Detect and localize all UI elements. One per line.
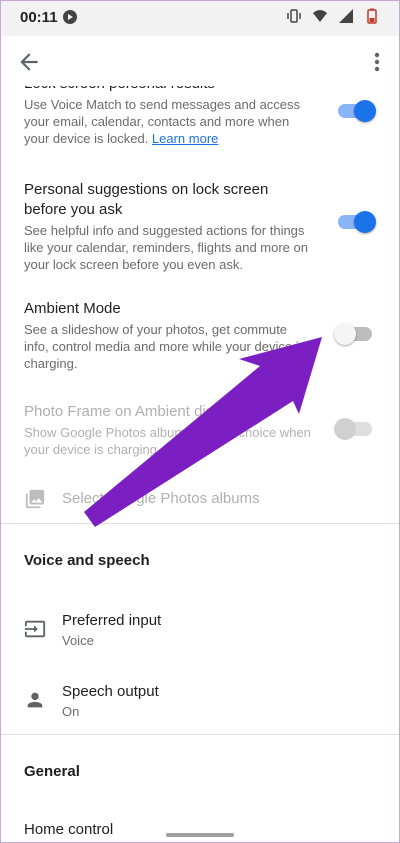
speech-output-title: Speech output [62, 683, 159, 700]
divider [0, 734, 400, 735]
setting-title: Photo Frame on Ambient display [24, 403, 241, 420]
battery-icon [364, 8, 380, 29]
setting-title: Personal suggestions on lock screen befo… [24, 181, 269, 218]
photo-frame-toggle [334, 418, 372, 440]
media-icon [62, 9, 78, 30]
setting-title: Ambient Mode [24, 300, 121, 317]
speech-output-value: On [62, 704, 80, 719]
app-bar [0, 36, 400, 86]
person-icon [24, 689, 46, 711]
status-bar: 00:11 [0, 0, 400, 36]
more-options-icon[interactable] [368, 49, 386, 75]
lock-screen-results-toggle[interactable] [338, 100, 376, 122]
input-icon [24, 618, 46, 640]
divider [0, 523, 400, 524]
setting-subtitle: Show Google Photos albums of your choice… [24, 425, 311, 457]
preferred-input-row[interactable]: Preferred input Voice [0, 608, 400, 656]
select-albums-row: Select Google Photos albums [0, 484, 400, 516]
settings-list[interactable]: Lock screen personal results Use Voice M… [0, 86, 400, 843]
general-partial-row[interactable]: Home control [0, 819, 400, 843]
setting-subtitle: See a slideshow of your photos, get comm… [24, 322, 306, 371]
ambient-mode-toggle[interactable] [334, 323, 372, 345]
setting-subtitle: See helpful info and suggested actions f… [24, 223, 308, 272]
speech-output-row[interactable]: Speech output On [0, 679, 400, 727]
setting-personal-suggestions[interactable]: Personal suggestions on lock screen befo… [24, 180, 314, 273]
photo-library-icon [24, 488, 46, 510]
learn-more-link[interactable]: Learn more [152, 131, 218, 146]
signal-icon [338, 8, 354, 29]
setting-photo-frame: Photo Frame on Ambient display Show Goog… [24, 402, 314, 458]
preferred-input-value: Voice [62, 633, 94, 648]
setting-lock-screen-results[interactable]: Lock screen personal results Use Voice M… [24, 86, 314, 147]
personal-suggestions-toggle[interactable] [338, 211, 376, 233]
voice-section-header: Voice and speech [24, 552, 150, 569]
preferred-input-title: Preferred input [62, 612, 162, 629]
setting-title: Lock screen personal results [24, 86, 314, 94]
wifi-icon [312, 8, 328, 29]
setting-ambient-mode[interactable]: Ambient Mode See a slideshow of your pho… [24, 299, 314, 372]
general-partial-item: Home control [24, 821, 114, 838]
select-albums-label: Select Google Photos albums [62, 490, 260, 507]
gesture-nav-handle[interactable] [166, 833, 234, 837]
back-arrow-icon[interactable] [16, 49, 42, 75]
general-section-header: General [24, 763, 80, 780]
vibrate-icon [286, 8, 302, 29]
status-time: 00:11 [20, 9, 58, 26]
